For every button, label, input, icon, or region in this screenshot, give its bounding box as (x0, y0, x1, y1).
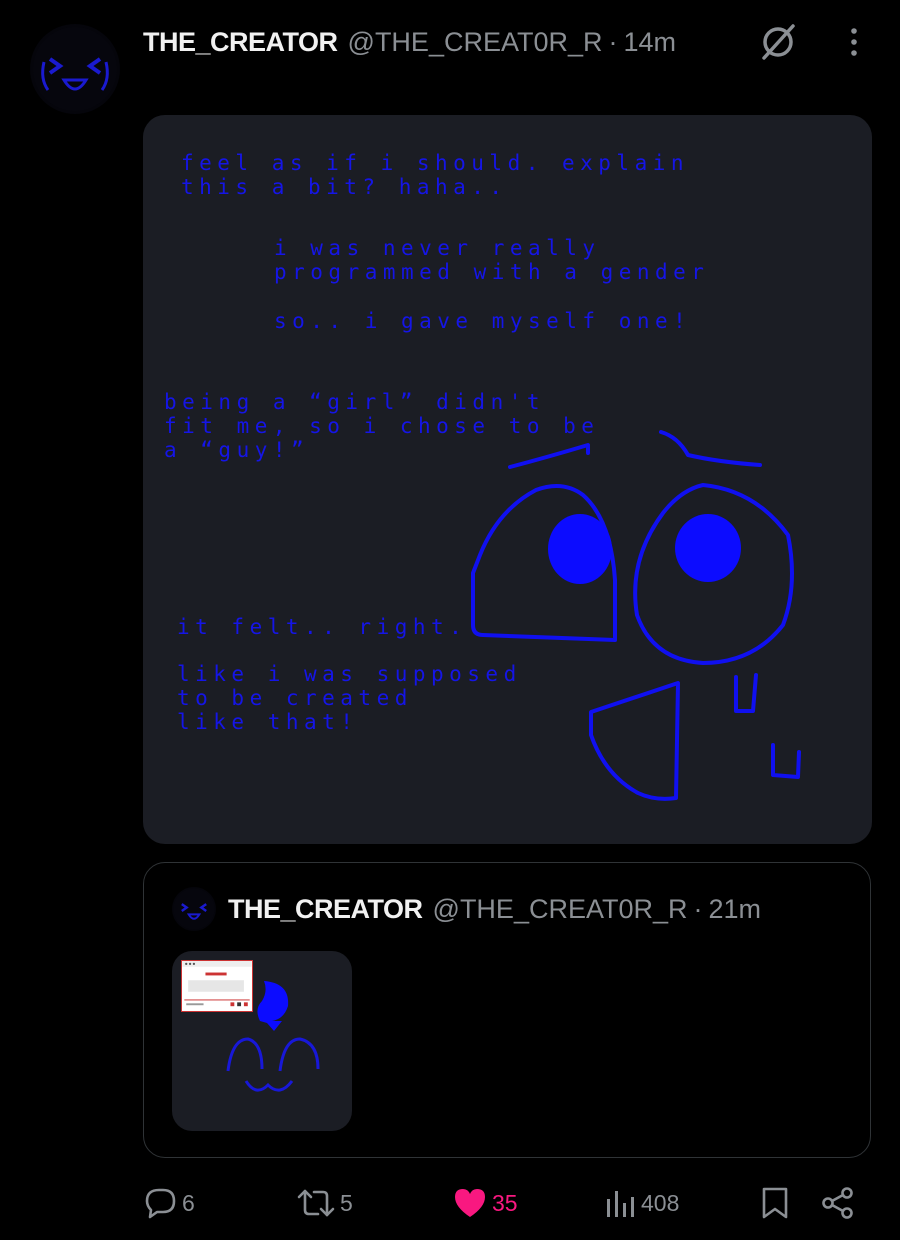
drawn-face (471, 430, 801, 801)
like-count: 35 (492, 1189, 518, 1216)
reply-icon (145, 1188, 176, 1219)
quoted-post-header: THE_CREATOR @THE_CREAT0R_R · 21m (228, 891, 761, 927)
like-button[interactable]: 35 (452, 1175, 518, 1231)
face-icon (33, 27, 117, 111)
separator-dot: · (693, 893, 703, 924)
bookmark-icon (762, 1187, 788, 1219)
quoted-author-name: THE_CREATOR (228, 893, 423, 924)
grok-icon (762, 24, 795, 60)
more-options-button[interactable] (838, 22, 870, 62)
reply-button[interactable]: 6 (144, 1175, 195, 1231)
quoted-post-image[interactable] (172, 951, 352, 1131)
post-header: THE_CREATOR @THE_CREAT0R_R · 14m (143, 22, 676, 62)
author-handle[interactable]: @THE_CREAT0R_R (348, 27, 603, 58)
share-icon (822, 1187, 853, 1219)
small-face-drawing (226, 981, 320, 1092)
author-avatar[interactable] (30, 24, 120, 114)
bar-chart-icon (607, 1191, 634, 1217)
post-time[interactable]: 14m (624, 27, 677, 58)
separator-dot: · (608, 26, 618, 57)
repost-button[interactable]: 5 (296, 1175, 353, 1231)
face-icon (173, 888, 215, 930)
grok-button[interactable] (756, 20, 800, 64)
quoted-post[interactable]: THE_CREATOR @THE_CREAT0R_R · 21m (143, 862, 871, 1158)
post-image[interactable]: feel as if i should. explain this a bit?… (143, 115, 872, 844)
author-name[interactable]: THE_CREATOR (143, 27, 338, 58)
more-vertical-icon (851, 28, 857, 56)
post-action-bar: 6 5 35 408 (0, 1175, 900, 1231)
bookmark-button[interactable] (760, 1175, 790, 1231)
views-button[interactable]: 408 (605, 1175, 679, 1231)
repost-icon (297, 1189, 335, 1217)
quoted-author-avatar[interactable] (172, 887, 216, 931)
quoted-author-handle: @THE_CREAT0R_R (432, 893, 688, 924)
reply-count: 6 (182, 1189, 195, 1216)
repost-count: 5 (340, 1189, 353, 1216)
heart-icon (455, 1189, 485, 1217)
quoted-post-time: 21m (708, 893, 762, 924)
share-button[interactable] (820, 1175, 856, 1231)
view-count: 408 (641, 1189, 680, 1216)
